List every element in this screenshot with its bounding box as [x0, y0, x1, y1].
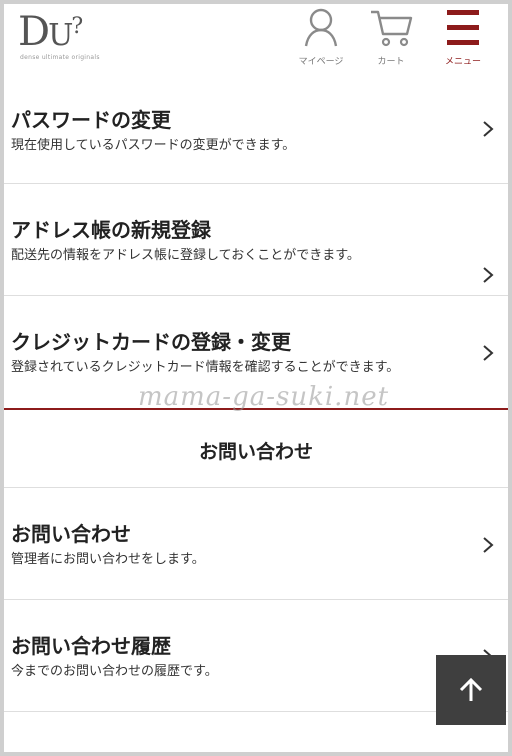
chevron-right-icon [483, 537, 494, 553]
item-title: クレジットカードの登録・変更 [11, 330, 291, 354]
item-title: お問い合わせ履歴 [11, 634, 171, 658]
watermark: mama-ga-suki.net [138, 382, 390, 412]
item-description: 今までのお問い合わせの履歴です。 [11, 664, 218, 679]
cart-label: カート [377, 57, 405, 67]
password-change-item[interactable]: パスワードの変更 現在使用しているパスワードの変更ができます。 [4, 90, 508, 184]
user-icon [304, 8, 338, 47]
mypage-button[interactable]: マイページ [288, 8, 354, 78]
contact-item[interactable]: お問い合わせ 管理者にお問い合わせをします。 [4, 488, 508, 600]
app-frame: DU? dense ultimate originals マイページ カート メ… [4, 4, 508, 752]
mypage-label: マイページ [298, 57, 344, 67]
item-title: パスワードの変更 [11, 108, 171, 132]
address-book-item[interactable]: アドレス帳の新規登録 配送先の情報をアドレス帳に登録しておくことができます。 [4, 184, 508, 296]
item-title: お問い合わせ [11, 522, 131, 546]
item-description: 登録されているクレジットカード情報を確認することができます。 [11, 360, 400, 375]
chevron-right-icon [483, 267, 494, 283]
back-to-top-button[interactable] [436, 655, 506, 725]
site-header: DU? dense ultimate originals マイページ カート メ… [4, 4, 508, 90]
item-title: アドレス帳の新規登録 [11, 218, 211, 242]
logo-tagline: dense ultimate originals [20, 54, 100, 61]
item-description: 現在使用しているパスワードの変更ができます。 [11, 138, 296, 153]
contact-history-item[interactable]: お問い合わせ履歴 今までのお問い合わせの履歴です。 [4, 600, 508, 712]
menu-button[interactable]: メニュー [430, 8, 496, 78]
hamburger-icon [447, 10, 479, 45]
item-description: 配送先の情報をアドレス帳に登録しておくことができます。 [11, 248, 360, 263]
item-description: 管理者にお問い合わせをします。 [11, 552, 205, 567]
arrow-up-icon [459, 677, 483, 701]
cart-icon [371, 10, 413, 47]
site-logo[interactable]: DU? dense ultimate originals [18, 10, 108, 66]
cart-button[interactable]: カート [358, 8, 424, 78]
chevron-right-icon [483, 121, 494, 137]
section-title: お問い合わせ [198, 441, 313, 463]
chevron-right-icon [483, 345, 494, 361]
contact-section-heading: お問い合わせ [4, 410, 508, 488]
menu-label: メニュー [444, 57, 481, 67]
